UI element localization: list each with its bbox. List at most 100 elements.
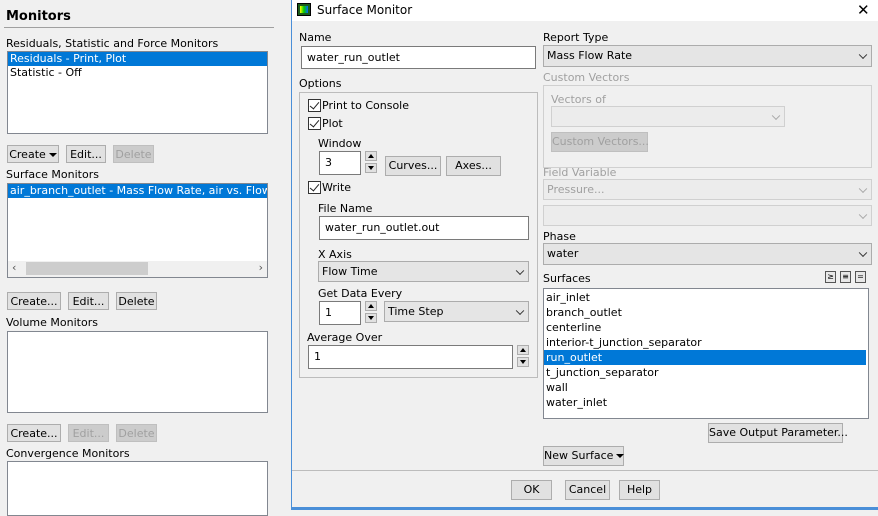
surfaces-list[interactable]: air_inlet branch_outlet centerline inter… (543, 288, 869, 419)
plot-label: Plot (322, 117, 343, 130)
list-item[interactable]: Statistic - Off (8, 66, 267, 80)
save-output-parameter-button[interactable]: Save Output Parameter... (708, 423, 848, 443)
average-over-input[interactable]: 1 (308, 345, 513, 369)
spin-down-icon[interactable] (365, 163, 377, 173)
x-axis-select[interactable]: Flow Time (318, 261, 529, 282)
list-item[interactable]: air_inlet (544, 290, 868, 305)
name-input[interactable]: water_run_outlet (301, 46, 536, 69)
title-bar: Surface Monitor ✕ (292, 0, 878, 21)
residuals-list[interactable]: Residuals - Print, Plot Statistic - Off (7, 51, 268, 134)
delete-button[interactable]: Delete (116, 292, 157, 310)
scrollbar-thumb[interactable] (26, 262, 148, 275)
field-variable-select[interactable]: Pressure... (543, 179, 872, 200)
edit-button[interactable]: Edit... (68, 292, 109, 310)
spin-down-icon[interactable] (365, 313, 377, 323)
report-type-select[interactable]: Mass Flow Rate (543, 45, 872, 67)
list-item[interactable]: t_junction_separator (544, 365, 868, 380)
create-button[interactable]: Create... (7, 424, 61, 442)
residuals-label: Residuals, Statistic and Force Monitors (6, 37, 219, 50)
axes-button[interactable]: Axes... (446, 156, 501, 176)
volume-monitors-label: Volume Monitors (6, 316, 98, 329)
chevron-down-icon (515, 266, 525, 275)
get-data-every-unit-select[interactable]: Time Step (384, 301, 529, 322)
surface-monitors-list[interactable]: air_branch_outlet - Mass Flow Rate, air … (7, 183, 268, 278)
file-name-input[interactable]: water_run_outlet.out (319, 216, 529, 240)
list-item[interactable]: branch_outlet (544, 305, 868, 320)
delete-button[interactable]: Delete (116, 424, 157, 442)
new-surface-label: New Surface (544, 449, 614, 462)
spin-up-icon[interactable] (517, 345, 529, 355)
vectors-of-label: Vectors of (551, 93, 606, 106)
list-item[interactable]: wall (544, 380, 868, 395)
print-to-console-label: Print to Console (322, 99, 410, 112)
report-type-value: Mass Flow Rate (547, 49, 633, 62)
field-variable-sub-select[interactable] (543, 205, 872, 226)
average-over-spinner[interactable] (517, 345, 529, 369)
edit-button[interactable]: Edit... (66, 145, 106, 163)
scroll-right-icon[interactable]: › (259, 261, 263, 275)
get-data-every-spinner[interactable] (365, 301, 377, 325)
convergence-monitors-list[interactable] (7, 461, 268, 516)
print-to-console-checkbox[interactable] (308, 99, 321, 112)
ok-button[interactable]: OK (511, 480, 552, 500)
list-item[interactable]: water_inlet (544, 395, 868, 410)
window-label: Window (318, 137, 362, 150)
dropdown-arrow-icon (48, 153, 57, 157)
select-all-icon[interactable]: ≥ (825, 271, 836, 283)
options-label: Options (299, 77, 342, 90)
edit-button[interactable]: Edit... (68, 424, 109, 442)
create-label: Create (9, 148, 46, 161)
chevron-down-icon (858, 184, 868, 193)
x-axis-label: X Axis (318, 248, 352, 261)
deselect-all-icon[interactable]: = (855, 271, 866, 283)
list-item[interactable]: interior-t_junction_separator (544, 335, 868, 350)
create-button[interactable]: Create... (7, 292, 61, 310)
window-input[interactable]: 3 (319, 151, 361, 175)
help-button[interactable]: Help (619, 480, 660, 500)
spin-up-icon[interactable] (365, 301, 377, 311)
curves-button[interactable]: Curves... (385, 156, 441, 176)
dialog-title: Surface Monitor (317, 3, 413, 17)
new-surface-button[interactable]: New Surface (543, 446, 625, 466)
get-data-every-input[interactable]: 1 (319, 301, 361, 325)
chevron-down-icon (858, 50, 868, 60)
vectors-of-select[interactable] (551, 106, 785, 127)
volume-monitors-list[interactable] (7, 331, 268, 413)
file-name-label: File Name (318, 202, 373, 215)
field-variable-value: Pressure... (547, 183, 605, 196)
scroll-left-icon[interactable]: ‹ (12, 261, 16, 275)
x-axis-value: Flow Time (322, 265, 378, 278)
custom-vectors-label: Custom Vectors (543, 71, 630, 84)
create-dropdown-button[interactable]: Create (7, 145, 59, 163)
chevron-down-icon (515, 306, 525, 315)
write-checkbox[interactable] (308, 181, 321, 194)
list-item-selected[interactable]: run_outlet (544, 350, 866, 365)
phase-select[interactable]: water (543, 243, 872, 265)
app-icon (297, 3, 311, 16)
spin-down-icon[interactable] (517, 357, 529, 367)
cancel-button[interactable]: Cancel (565, 480, 610, 500)
list-item[interactable]: air_branch_outlet - Mass Flow Rate, air … (8, 184, 267, 198)
write-label: Write (322, 181, 352, 194)
chevron-down-icon (858, 210, 868, 219)
chevron-down-icon (858, 248, 868, 258)
custom-vectors-button[interactable]: Custom Vectors... (551, 132, 649, 152)
delete-button[interactable]: Delete (113, 145, 154, 163)
window-spinner[interactable] (365, 151, 377, 175)
plot-checkbox[interactable] (308, 117, 321, 130)
close-icon[interactable]: ✕ (857, 1, 870, 19)
convergence-monitors-label: Convergence Monitors (6, 447, 130, 460)
list-item[interactable]: centerline (544, 320, 868, 335)
chevron-down-icon (771, 111, 781, 120)
unit-value: Time Step (388, 305, 444, 318)
horizontal-scrollbar[interactable]: ‹ › (8, 261, 267, 277)
list-item[interactable]: Residuals - Print, Plot (8, 52, 267, 66)
phase-label: Phase (543, 230, 576, 243)
surface-monitors-label: Surface Monitors (6, 168, 99, 181)
spin-up-icon[interactable] (365, 151, 377, 161)
list-icon[interactable]: ≡ (840, 271, 851, 283)
name-label: Name (299, 31, 332, 44)
report-type-label: Report Type (543, 31, 609, 44)
field-variable-label: Field Variable (543, 166, 617, 179)
surfaces-label: Surfaces (543, 272, 591, 285)
